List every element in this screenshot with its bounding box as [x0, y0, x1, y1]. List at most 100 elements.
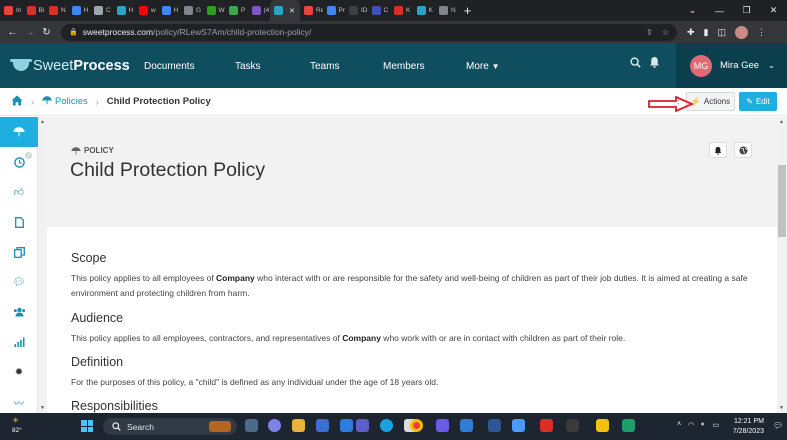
browser-tab[interactable]: G: [180, 0, 203, 21]
user-menu[interactable]: MG Mira Gee ⌄: [676, 43, 787, 88]
volume-icon[interactable]: 🔈︎: [701, 421, 705, 429]
extensions-puzzle-icon[interactable]: ✚: [687, 27, 695, 38]
new-tab-button[interactable]: +: [458, 3, 478, 18]
sweetprocess-logo[interactable]: Sweet Process: [10, 58, 131, 74]
browser-tab[interactable]: P: [225, 0, 248, 21]
forward-icon[interactable]: →: [21, 27, 38, 38]
store-icon[interactable]: [316, 419, 329, 432]
back-icon[interactable]: ←: [4, 27, 21, 38]
browser-tab[interactable]: Re: [300, 0, 323, 21]
task-view-icon[interactable]: [245, 419, 258, 432]
browser-tab[interactable]: N: [45, 0, 68, 21]
sidebar-scrollbar[interactable]: ▲ ▼: [38, 117, 47, 413]
address-bar-row: ← → ↻ 🔒 sweetprocess.com /policy/RLewS7A…: [0, 21, 787, 43]
home-icon[interactable]: [11, 95, 23, 109]
browser-tab[interactable]: In: [0, 0, 23, 21]
browser-tab-active[interactable]: ✕: [270, 0, 300, 21]
comments-icon: 💬︎: [12, 276, 26, 288]
reading-list-icon[interactable]: ▮: [704, 27, 709, 38]
app-icon-purple[interactable]: [436, 419, 449, 432]
mail-icon[interactable]: [340, 419, 353, 432]
search-icon[interactable]: [620, 57, 650, 71]
public-share-button[interactable]: [734, 142, 752, 158]
umbrella-icon: [42, 95, 52, 108]
users-icon: [13, 307, 25, 317]
sidebar-item-policies[interactable]: [0, 117, 38, 147]
scroll-up-icon[interactable]: ▲: [40, 119, 45, 125]
sidebar-item-versions[interactable]: [0, 237, 38, 267]
nav-more[interactable]: More ▼: [466, 61, 500, 72]
battery-icon[interactable]: ▭: [712, 421, 719, 429]
url-field[interactable]: 🔒 sweetprocess.com /policy/RLewS7Am/chil…: [61, 23, 677, 41]
scroll-down-icon[interactable]: ▼: [40, 405, 45, 411]
acrobat-icon[interactable]: [540, 419, 553, 432]
taskbar-clock[interactable]: 12:21 PM 7/28/2023: [730, 417, 764, 437]
browser-tab[interactable]: C: [368, 0, 391, 21]
lock-icon[interactable]: 🔒: [69, 28, 78, 36]
app-icon-blue[interactable]: [512, 419, 525, 432]
side-panel-icon[interactable]: ◫: [718, 27, 727, 38]
minimize-icon[interactable]: —: [706, 6, 733, 16]
sidebar-item-approvals[interactable]: 👍︎: [0, 177, 38, 207]
policy-document: POLICY Child Protection Policy Scope Thi…: [47, 117, 777, 413]
browser-tab[interactable]: H: [68, 0, 91, 21]
edit-button[interactable]: ✎ Edit: [739, 92, 777, 111]
restore-icon[interactable]: ❐: [733, 5, 760, 16]
close-window-icon[interactable]: ✕: [760, 5, 787, 16]
sidebar-item-settings[interactable]: ✹: [0, 357, 38, 387]
close-tab-icon[interactable]: ✕: [289, 7, 295, 15]
nav-documents[interactable]: Documents: [144, 61, 195, 72]
browser-tab[interactable]: N: [435, 0, 458, 21]
bookmark-star-icon[interactable]: ☆: [662, 28, 669, 37]
notes-icon[interactable]: [596, 419, 609, 432]
browser-tab[interactable]: ID: [345, 0, 368, 21]
browser-tab[interactable]: Pr: [323, 0, 345, 21]
taskbar-search[interactable]: Search: [103, 418, 237, 435]
notifications-bell-icon[interactable]: [649, 56, 660, 71]
breadcrumb-policies-link[interactable]: Policies: [42, 95, 88, 108]
chrome-icon[interactable]: [410, 419, 423, 432]
edge-icon[interactable]: [380, 419, 393, 432]
nav-tasks[interactable]: Tasks: [235, 61, 261, 72]
sidebar-item-history[interactable]: 2: [0, 147, 38, 177]
browser-tab[interactable]: w: [135, 0, 158, 21]
outlook-icon[interactable]: [460, 419, 473, 432]
scroll-down-icon[interactable]: ▼: [779, 405, 784, 411]
browser-tab[interactable]: W: [203, 0, 226, 21]
sidebar-item-document[interactable]: [0, 207, 38, 237]
nav-members[interactable]: Members: [383, 61, 425, 72]
tab-label: C: [106, 7, 111, 14]
sidebar-item-members[interactable]: [0, 297, 38, 327]
reload-icon[interactable]: ↻: [38, 27, 55, 38]
browser-tab[interactable]: K: [413, 0, 436, 21]
browser-tab[interactable]: C: [90, 0, 113, 21]
file-explorer-icon[interactable]: [292, 419, 305, 432]
profile-avatar[interactable]: [735, 25, 749, 39]
sidebar-item-stats[interactable]: [0, 327, 38, 357]
notification-icon[interactable]: 💬︎: [773, 421, 783, 430]
browser-tab[interactable]: Bi: [23, 0, 46, 21]
teams-icon[interactable]: [356, 419, 369, 432]
sidebar-item-comments[interactable]: 💬︎: [0, 267, 38, 297]
chevron-up-icon[interactable]: ˄: [677, 421, 681, 429]
browser-tab[interactable]: H: [158, 0, 181, 21]
word-icon[interactable]: [488, 419, 501, 432]
scrollbar-thumb[interactable]: [778, 165, 786, 237]
start-button[interactable]: [81, 420, 93, 432]
app-icon-w[interactable]: [566, 419, 579, 432]
nav-teams[interactable]: Teams: [310, 61, 339, 72]
tab-label: In: [16, 7, 22, 14]
teams-chat-icon[interactable]: [268, 419, 281, 432]
page-scrollbar[interactable]: ▲ ▼: [777, 117, 787, 413]
tab-search-icon[interactable]: ⌄: [679, 5, 706, 16]
scroll-up-icon[interactable]: ▲: [779, 119, 784, 125]
wifi-icon[interactable]: ◠: [688, 421, 694, 429]
browser-tab[interactable]: K: [390, 0, 413, 21]
weather-widget[interactable]: ☀ 82°: [12, 416, 22, 435]
browser-tab[interactable]: H: [113, 0, 136, 21]
app-icon-green[interactable]: [622, 419, 635, 432]
share-icon[interactable]: ⇪: [646, 28, 653, 37]
subscribe-button[interactable]: [709, 142, 727, 158]
chrome-menu-icon[interactable]: ⋮: [757, 27, 766, 38]
browser-tab[interactable]: (4: [248, 0, 271, 21]
